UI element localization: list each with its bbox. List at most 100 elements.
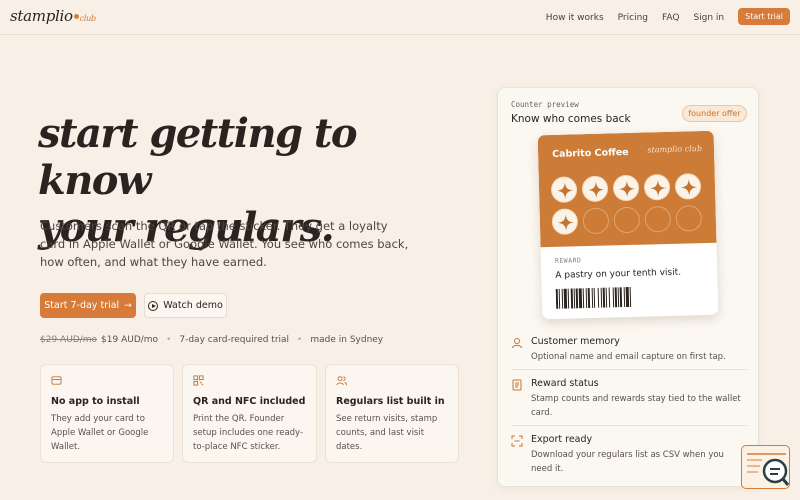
barcode-bar — [623, 287, 626, 308]
separator: • — [166, 335, 172, 345]
feature-title: Regulars list built in — [336, 396, 445, 407]
logo-dot-icon — [73, 14, 79, 19]
barcode-bar — [597, 287, 600, 308]
stamp-empty — [582, 207, 610, 235]
feature-title: No app to install — [51, 396, 140, 407]
barcode-bar — [602, 287, 606, 308]
item-desc: Stamp counts and rewards stay tied to th… — [531, 394, 741, 418]
barcode-bar — [563, 288, 568, 309]
feature-title: QR and NFC included — [193, 396, 306, 407]
item-title: Customer memory — [531, 336, 620, 347]
nav-links: How it works Pricing FAQ Sign in Start t… — [546, 8, 790, 25]
sparkle-icon — [681, 179, 698, 196]
reward-label: REWARD — [554, 256, 582, 265]
business-name: Cabrito Coffee — [551, 146, 629, 160]
old-price: $29 AUD/mo — [40, 335, 98, 345]
card-brand: stamplio club — [647, 144, 703, 155]
stamp-empty — [675, 205, 703, 232]
hero-description: Customers scan the QR or tap the sticker… — [40, 219, 409, 269]
barcode-bar — [600, 287, 603, 308]
wallet-icon — [51, 376, 62, 385]
separator: • — [297, 335, 303, 345]
loyalty-card: Cabrito Coffee stamplio club REWARD A pa… — [537, 130, 719, 320]
logo[interactable]: stamplio club — [10, 7, 96, 25]
hero-title-line-1: start getting to know — [38, 110, 358, 204]
start-7-day-trial-label: Start 7-day trial — [44, 300, 120, 311]
reward-section: REWARD A pastry on your tenth visit. — [555, 254, 681, 281]
barcode-bar — [614, 287, 618, 308]
barcode-bar — [585, 288, 588, 309]
barcode-bar — [555, 288, 559, 309]
sparkle-icon — [557, 182, 574, 199]
support-chat-widget[interactable] — [741, 445, 790, 489]
export-icon — [511, 435, 523, 447]
arrow-right-icon: → — [124, 300, 132, 311]
reward-text: A pastry on your tenth visit. — [555, 267, 682, 281]
barcode-bar — [629, 286, 632, 307]
stamp-grid — [550, 173, 707, 235]
barcode-bar — [587, 288, 591, 309]
barcode-bar — [578, 288, 583, 309]
barcode-bar — [561, 288, 564, 309]
play-icon — [148, 300, 159, 311]
start-trial-button[interactable]: Start trial — [738, 8, 790, 25]
user-icon — [512, 338, 522, 349]
stamp-empty — [644, 205, 672, 233]
barcode-bar — [570, 288, 574, 309]
counter-preview-panel: Counter preview Know who comes back foun… — [497, 87, 759, 487]
stamp-empty — [613, 206, 641, 234]
qr-code-icon — [193, 375, 204, 386]
stamp-filled — [551, 208, 579, 235]
item-desc: Download your regulars list as CSV when … — [531, 450, 724, 474]
users-icon — [336, 376, 347, 386]
divider — [511, 369, 747, 370]
nav-link-pricing[interactable]: Pricing — [618, 13, 648, 23]
stamp-filled — [674, 173, 702, 200]
feature-card-no-app: No app to install They add your card to … — [40, 364, 174, 463]
pricing-row: $29 AUD/mo $19 AUD/mo • 7-day card-requi… — [40, 335, 383, 345]
barcode-bar — [605, 287, 608, 308]
divider — [511, 425, 747, 426]
current-price: $19 AUD/mo — [101, 335, 159, 345]
barcode-bar — [558, 288, 561, 309]
start-7-day-trial-button[interactable]: Start 7-day trial → — [40, 293, 136, 318]
stamp-filled — [612, 174, 640, 202]
feature-desc: Print the QR. Founder setup includes one… — [193, 414, 304, 452]
feature-card-regulars: Regulars list built in See return visits… — [325, 364, 459, 463]
barcode-bar — [573, 288, 576, 309]
item-title: Reward status — [531, 378, 599, 389]
nav-link-faq[interactable]: FAQ — [662, 13, 679, 23]
barcode-bar — [617, 287, 620, 308]
sparkle-icon — [650, 180, 667, 197]
stamp-filled — [581, 175, 609, 203]
loyalty-card-header: Cabrito Coffee stamplio club — [537, 130, 717, 248]
founder-offer-badge: founder offer — [682, 105, 747, 122]
top-nav: stamplio club How it works Pricing FAQ Si… — [0, 0, 800, 35]
trial-note: 7-day card-required trial — [179, 335, 290, 345]
feature-desc: They add your card to Apple Wallet or Go… — [51, 414, 149, 452]
barcode-bar — [608, 287, 611, 308]
feature-desc: See return visits, stamp counts, and las… — [336, 414, 438, 452]
stamp-filled — [643, 173, 671, 201]
watch-demo-label: Watch demo — [163, 300, 223, 311]
barcode-bar — [625, 287, 630, 308]
item-desc: Optional name and email capture on first… — [531, 352, 726, 362]
watch-demo-button[interactable]: Watch demo — [144, 293, 227, 318]
panel-kicker: Counter preview — [511, 100, 579, 109]
barcode-bar — [567, 288, 570, 309]
logo-text: stamplio — [10, 7, 73, 25]
barcode-bar — [619, 287, 623, 308]
barcode — [555, 286, 632, 309]
sparkle-icon — [588, 181, 605, 198]
nav-link-how-it-works[interactable]: How it works — [546, 13, 604, 23]
barcode-bar — [575, 288, 579, 309]
nav-link-sign-in[interactable]: Sign in — [693, 13, 724, 23]
sparkle-icon — [619, 181, 636, 198]
barcode-bar — [593, 287, 596, 308]
panel-title: Know who comes back — [511, 113, 631, 125]
location-note: made in Sydney — [310, 335, 384, 345]
receipt-icon — [512, 379, 522, 391]
barcode-bar — [582, 288, 585, 309]
barcode-bar — [612, 287, 615, 308]
barcode-bar — [591, 287, 594, 308]
